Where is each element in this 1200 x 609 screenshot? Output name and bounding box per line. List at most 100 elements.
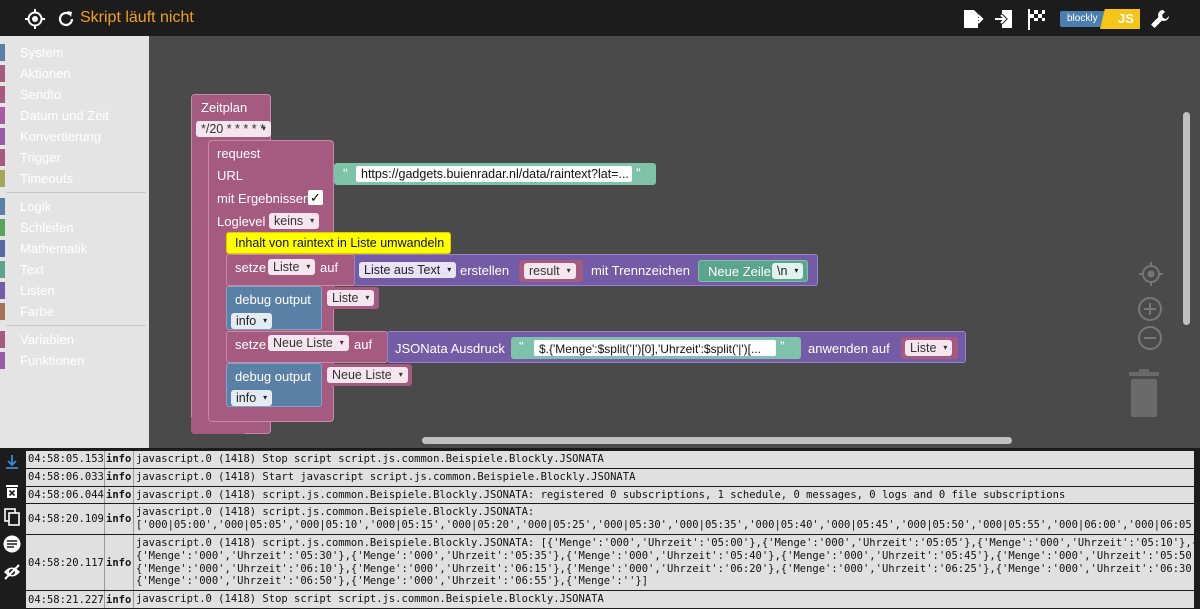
category-color-bar	[0, 240, 5, 257]
toolbox-category-system[interactable]: System	[0, 42, 149, 61]
category-color-bar	[0, 44, 5, 61]
category-color-bar	[0, 107, 5, 124]
loglevel-dropdown[interactable]: keins	[269, 213, 320, 229]
category-label: Aktionen	[20, 66, 71, 81]
export-icon[interactable]	[962, 8, 984, 30]
category-color-bar	[0, 128, 5, 145]
scroll-down-icon[interactable]	[4, 454, 20, 475]
set2-variable-dropdown[interactable]: Neue Liste	[268, 335, 349, 351]
log-severity: info	[105, 591, 134, 608]
toolbox-category-datum-und-zeit[interactable]: Datum und Zeit	[0, 105, 149, 124]
log-time: 04:58:21.227	[26, 591, 105, 608]
category-color-bar	[0, 261, 5, 278]
log-severity: info	[105, 534, 134, 591]
log-row: 04:58:20.109 info javascript.0 (1418) scri…	[26, 504, 1194, 534]
toolbox-category-text[interactable]: Text	[0, 259, 149, 278]
comment-text: Inhalt von raintext in Liste umwandeln	[235, 236, 445, 250]
hide-icon[interactable]	[3, 564, 21, 585]
log-row: 04:58:06.033 info javascript.0 (1418) Star…	[26, 468, 1194, 486]
cron-field[interactable]: */20 * * * * *	[196, 121, 271, 137]
category-label: Text	[20, 262, 44, 277]
debug2-variable-dropdown[interactable]: Neue Liste	[327, 367, 408, 383]
log-toolbar	[0, 448, 24, 609]
debug1-label: debug output	[235, 292, 311, 307]
log-time: 04:58:20.109	[26, 504, 105, 534]
quote-close-icon-2: ”	[780, 338, 785, 354]
clear-log-icon[interactable]	[4, 483, 20, 504]
category-label: Schleifen	[20, 220, 74, 235]
log-message: javascript.0 (1418) script.js.common.Bei…	[136, 536, 1194, 588]
create-label: erstellen	[460, 263, 510, 278]
schedule-title: Zeitplan	[201, 100, 248, 115]
blockly-toolbox: System Aktionen Sendto Datum und Zeit Konver…	[0, 36, 149, 448]
blockly-workspace[interactable]: Zeitplan */20 * * * * * request URL “ ht…	[149, 36, 1200, 448]
toolbox-category-timeouts[interactable]: Timeouts	[0, 168, 149, 187]
reload-icon[interactable]	[55, 8, 77, 30]
category-label: Datum und Zeit	[20, 108, 109, 123]
category-color-bar	[0, 219, 5, 236]
log-row: 04:58:05.153 info javascript.0 (1418) Stop…	[26, 451, 1194, 468]
flag-icon[interactable]	[1026, 8, 1048, 30]
category-label: Konvertierung	[20, 129, 101, 144]
category-color-bar	[0, 198, 5, 215]
debug2-level-dropdown[interactable]: info	[231, 390, 273, 406]
with-results-label: mit Ergebnissen	[217, 191, 311, 206]
log-message: javascript.0 (1418) Stop script script.j…	[136, 593, 604, 606]
log-table: 04:58:05.153 info javascript.0 (1418) Stop…	[26, 451, 1194, 609]
toolbox-category-variablen[interactable]: Variablen	[0, 329, 149, 348]
workspace-vertical-scrollbar[interactable]	[1183, 112, 1190, 325]
blockly-js-logo[interactable]: blockly JS	[1060, 9, 1140, 29]
log-time: 04:58:20.117	[26, 534, 105, 591]
debug1-variable-dropdown[interactable]: Liste	[327, 290, 375, 306]
toolbox-category-farbe[interactable]: Farbe	[0, 301, 149, 320]
category-label: Funktionen	[20, 353, 85, 368]
separator-label: mit Trennzeichen	[591, 263, 690, 278]
toolbox-separator	[6, 192, 146, 193]
log-row: 04:58:20.117 info javascript.0 (1418) scri…	[26, 534, 1194, 591]
log-message: javascript.0 (1418) script.js.common.Bei…	[136, 488, 1066, 501]
category-label: Listen	[20, 283, 55, 298]
trash-icon[interactable]	[1127, 369, 1161, 424]
loglevel-label: Loglevel	[217, 214, 266, 229]
category-color-bar	[0, 149, 5, 166]
with-results-checkbox[interactable]: ✓	[308, 190, 323, 205]
apply-variable-dropdown[interactable]: Liste	[905, 340, 953, 356]
toolbox-category-schleifen[interactable]: Schleifen	[0, 217, 149, 236]
set1-label: setze	[235, 260, 267, 275]
wrench-icon[interactable]	[1149, 8, 1171, 30]
zoom-out-icon[interactable]	[1137, 325, 1163, 356]
category-label: Mathematik	[20, 241, 88, 256]
center-workspace-icon[interactable]	[1138, 261, 1164, 292]
category-label: Timeouts	[20, 171, 73, 186]
crosshair-icon[interactable]	[24, 8, 46, 30]
toolbox-category-mathematik[interactable]: Mathematik	[0, 238, 149, 257]
import-icon[interactable]	[994, 8, 1016, 30]
toolbox-category-logik[interactable]: Logik	[0, 196, 149, 215]
list-from-text-dropdown[interactable]: Liste aus Text	[359, 262, 457, 278]
newline-label: Neue Zeile	[708, 264, 771, 279]
toolbox-category-konvertierung[interactable]: Konvertierung	[0, 126, 149, 145]
toolbox-category-sendto[interactable]: Sendto	[0, 84, 149, 103]
debug1-level-dropdown[interactable]: info	[231, 313, 273, 329]
toolbox-category-aktionen[interactable]: Aktionen	[0, 63, 149, 82]
toolbox-category-trigger[interactable]: Trigger	[0, 147, 149, 166]
log-severity: info	[105, 486, 134, 504]
toolbox-category-funktionen[interactable]: Funktionen	[0, 350, 149, 369]
log-severity: info	[105, 451, 134, 468]
zoom-in-icon[interactable]	[1137, 296, 1163, 327]
wrap-lines-icon[interactable]	[3, 535, 21, 558]
set1-variable-dropdown[interactable]: Liste	[268, 259, 316, 275]
category-color-bar	[0, 170, 5, 187]
result-variable-dropdown[interactable]: result	[524, 263, 576, 279]
set2-on-label: auf	[354, 337, 373, 352]
category-color-bar	[0, 86, 5, 103]
log-panel: 04:58:05.153 info javascript.0 (1418) Stop…	[0, 448, 1200, 609]
quote-open-icon: “	[343, 165, 348, 181]
log-row: 04:58:21.227 info javascript.0 (1418) Stop…	[26, 591, 1194, 608]
newline-dropdown[interactable]: \n	[772, 263, 804, 279]
toolbox-category-listen[interactable]: Listen	[0, 280, 149, 299]
workspace-horizontal-scrollbar[interactable]	[422, 437, 1012, 444]
copy-icon[interactable]	[4, 508, 20, 531]
jsonata-expr-value: $.{'Menge':$split('|')[0],'Uhrzeit':$spl…	[539, 342, 761, 356]
category-label: Logik	[20, 199, 52, 214]
